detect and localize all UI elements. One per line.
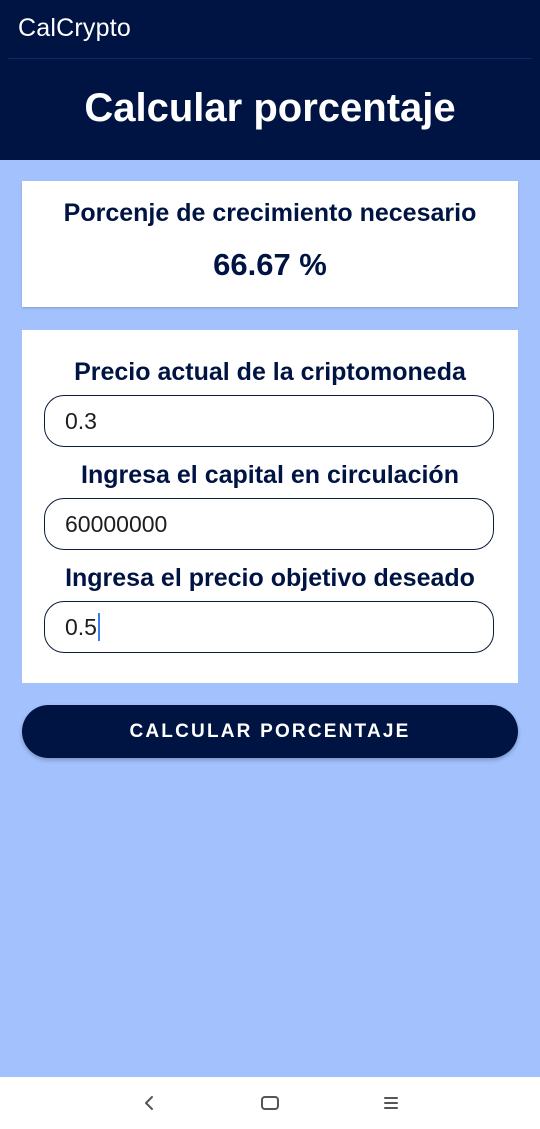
back-icon[interactable]	[134, 1089, 164, 1117]
current-price-input[interactable]: 0.3	[44, 395, 494, 447]
circulating-supply-label: Ingresa el capital en circulación	[81, 461, 459, 489]
home-icon[interactable]	[255, 1089, 285, 1117]
app-bar-divider	[8, 58, 532, 59]
circulating-supply-value: 60000000	[65, 510, 168, 537]
app-bar: CalCrypto Calcular porcentaje	[0, 0, 540, 160]
text-caret	[97, 613, 100, 641]
target-price-label: Ingresa el precio objetivo deseado	[65, 564, 475, 592]
result-value: 66.67 %	[213, 247, 327, 282]
current-price-label: Precio actual de la criptomoneda	[74, 358, 466, 386]
result-label: Porcenje de crecimiento necesario	[63, 199, 477, 227]
current-price-value: 0.3	[65, 407, 97, 434]
app-name: CalCrypto	[18, 14, 131, 42]
target-price-value: 0.5	[65, 613, 97, 640]
menu-icon[interactable]	[376, 1089, 406, 1117]
page-title: Calcular porcentaje	[84, 86, 456, 130]
result-card: Porcenje de crecimiento necesario 66.67 …	[22, 181, 518, 307]
target-price-input[interactable]: 0.5	[44, 601, 494, 653]
form-card: Precio actual de la criptomoneda 0.3 Ing…	[22, 330, 518, 683]
calculate-button[interactable]: CALCULAR PORCENTAJE	[22, 705, 518, 758]
circulating-supply-input[interactable]: 60000000	[44, 498, 494, 550]
system-nav-bar	[0, 1077, 540, 1129]
